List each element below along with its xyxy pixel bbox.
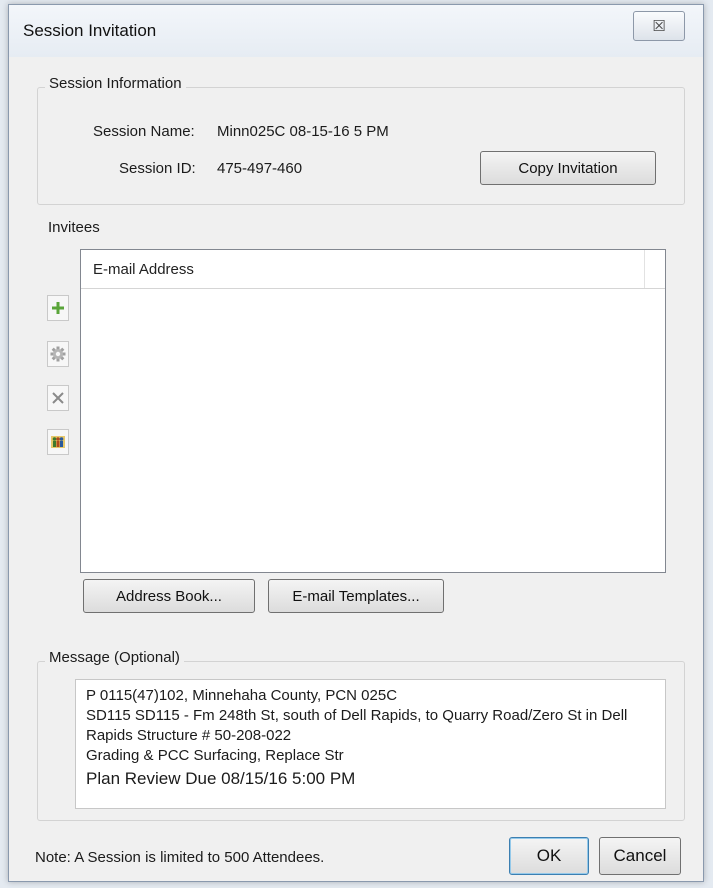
ok-button[interactable]: OK: [509, 837, 589, 875]
close-icon: ☒: [652, 18, 666, 35]
invitees-list[interactable]: E-mail Address: [80, 249, 666, 573]
close-button[interactable]: ☒: [633, 11, 685, 41]
message-line: Rapids Structure # 50-208-022: [86, 727, 292, 744]
session-information-label: Session Information: [45, 75, 186, 92]
session-name-label: Session Name:: [93, 123, 195, 140]
column-separator[interactable]: [644, 250, 645, 288]
add-icon: [52, 302, 64, 314]
session-information-group: [37, 87, 685, 205]
copy-invitation-button[interactable]: Copy Invitation: [480, 151, 656, 185]
list-header: E-mail Address: [81, 250, 665, 289]
message-textarea[interactable]: P 0115(47)102, Minnehaha County, PCN 025…: [75, 679, 666, 809]
message-line: Grading & PCC Surfacing, Replace Str: [86, 747, 344, 764]
message-line: Plan Review Due 08/15/16 5:00 PM: [86, 769, 356, 788]
delete-icon: [52, 392, 64, 404]
invitees-label: Invitees: [48, 219, 100, 236]
email-address-column-header[interactable]: E-mail Address: [93, 261, 194, 278]
title-bar[interactable]: Session Invitation ☒: [9, 5, 703, 57]
message-line: P 0115(47)102, Minnehaha County, PCN 025…: [86, 687, 398, 704]
message-line: SD115 SD115 - Fm 248th St, south of Dell…: [86, 707, 628, 724]
session-invitation-dialog: Session Invitation ☒ Session Information…: [8, 4, 704, 882]
people-icon: [51, 436, 65, 448]
session-name-value: Minn025C 08-15-16 5 PM: [217, 123, 389, 140]
gear-icon: [50, 346, 66, 362]
attendee-limit-note: Note: A Session is limited to 500 Attend…: [35, 849, 325, 866]
add-invitee-button[interactable]: [47, 295, 69, 321]
address-book-button[interactable]: Address Book...: [83, 579, 255, 613]
session-id-label: Session ID:: [119, 160, 196, 177]
group-invitees-button[interactable]: [47, 429, 69, 455]
remove-invitee-button[interactable]: [47, 385, 69, 411]
session-id-value: 475-497-460: [217, 160, 303, 177]
edit-invitee-button[interactable]: [47, 341, 69, 367]
cancel-button[interactable]: Cancel: [599, 837, 681, 875]
dialog-title: Session Invitation: [23, 21, 157, 40]
message-label: Message (Optional): [45, 649, 184, 666]
email-templates-button[interactable]: E-mail Templates...: [268, 579, 444, 613]
